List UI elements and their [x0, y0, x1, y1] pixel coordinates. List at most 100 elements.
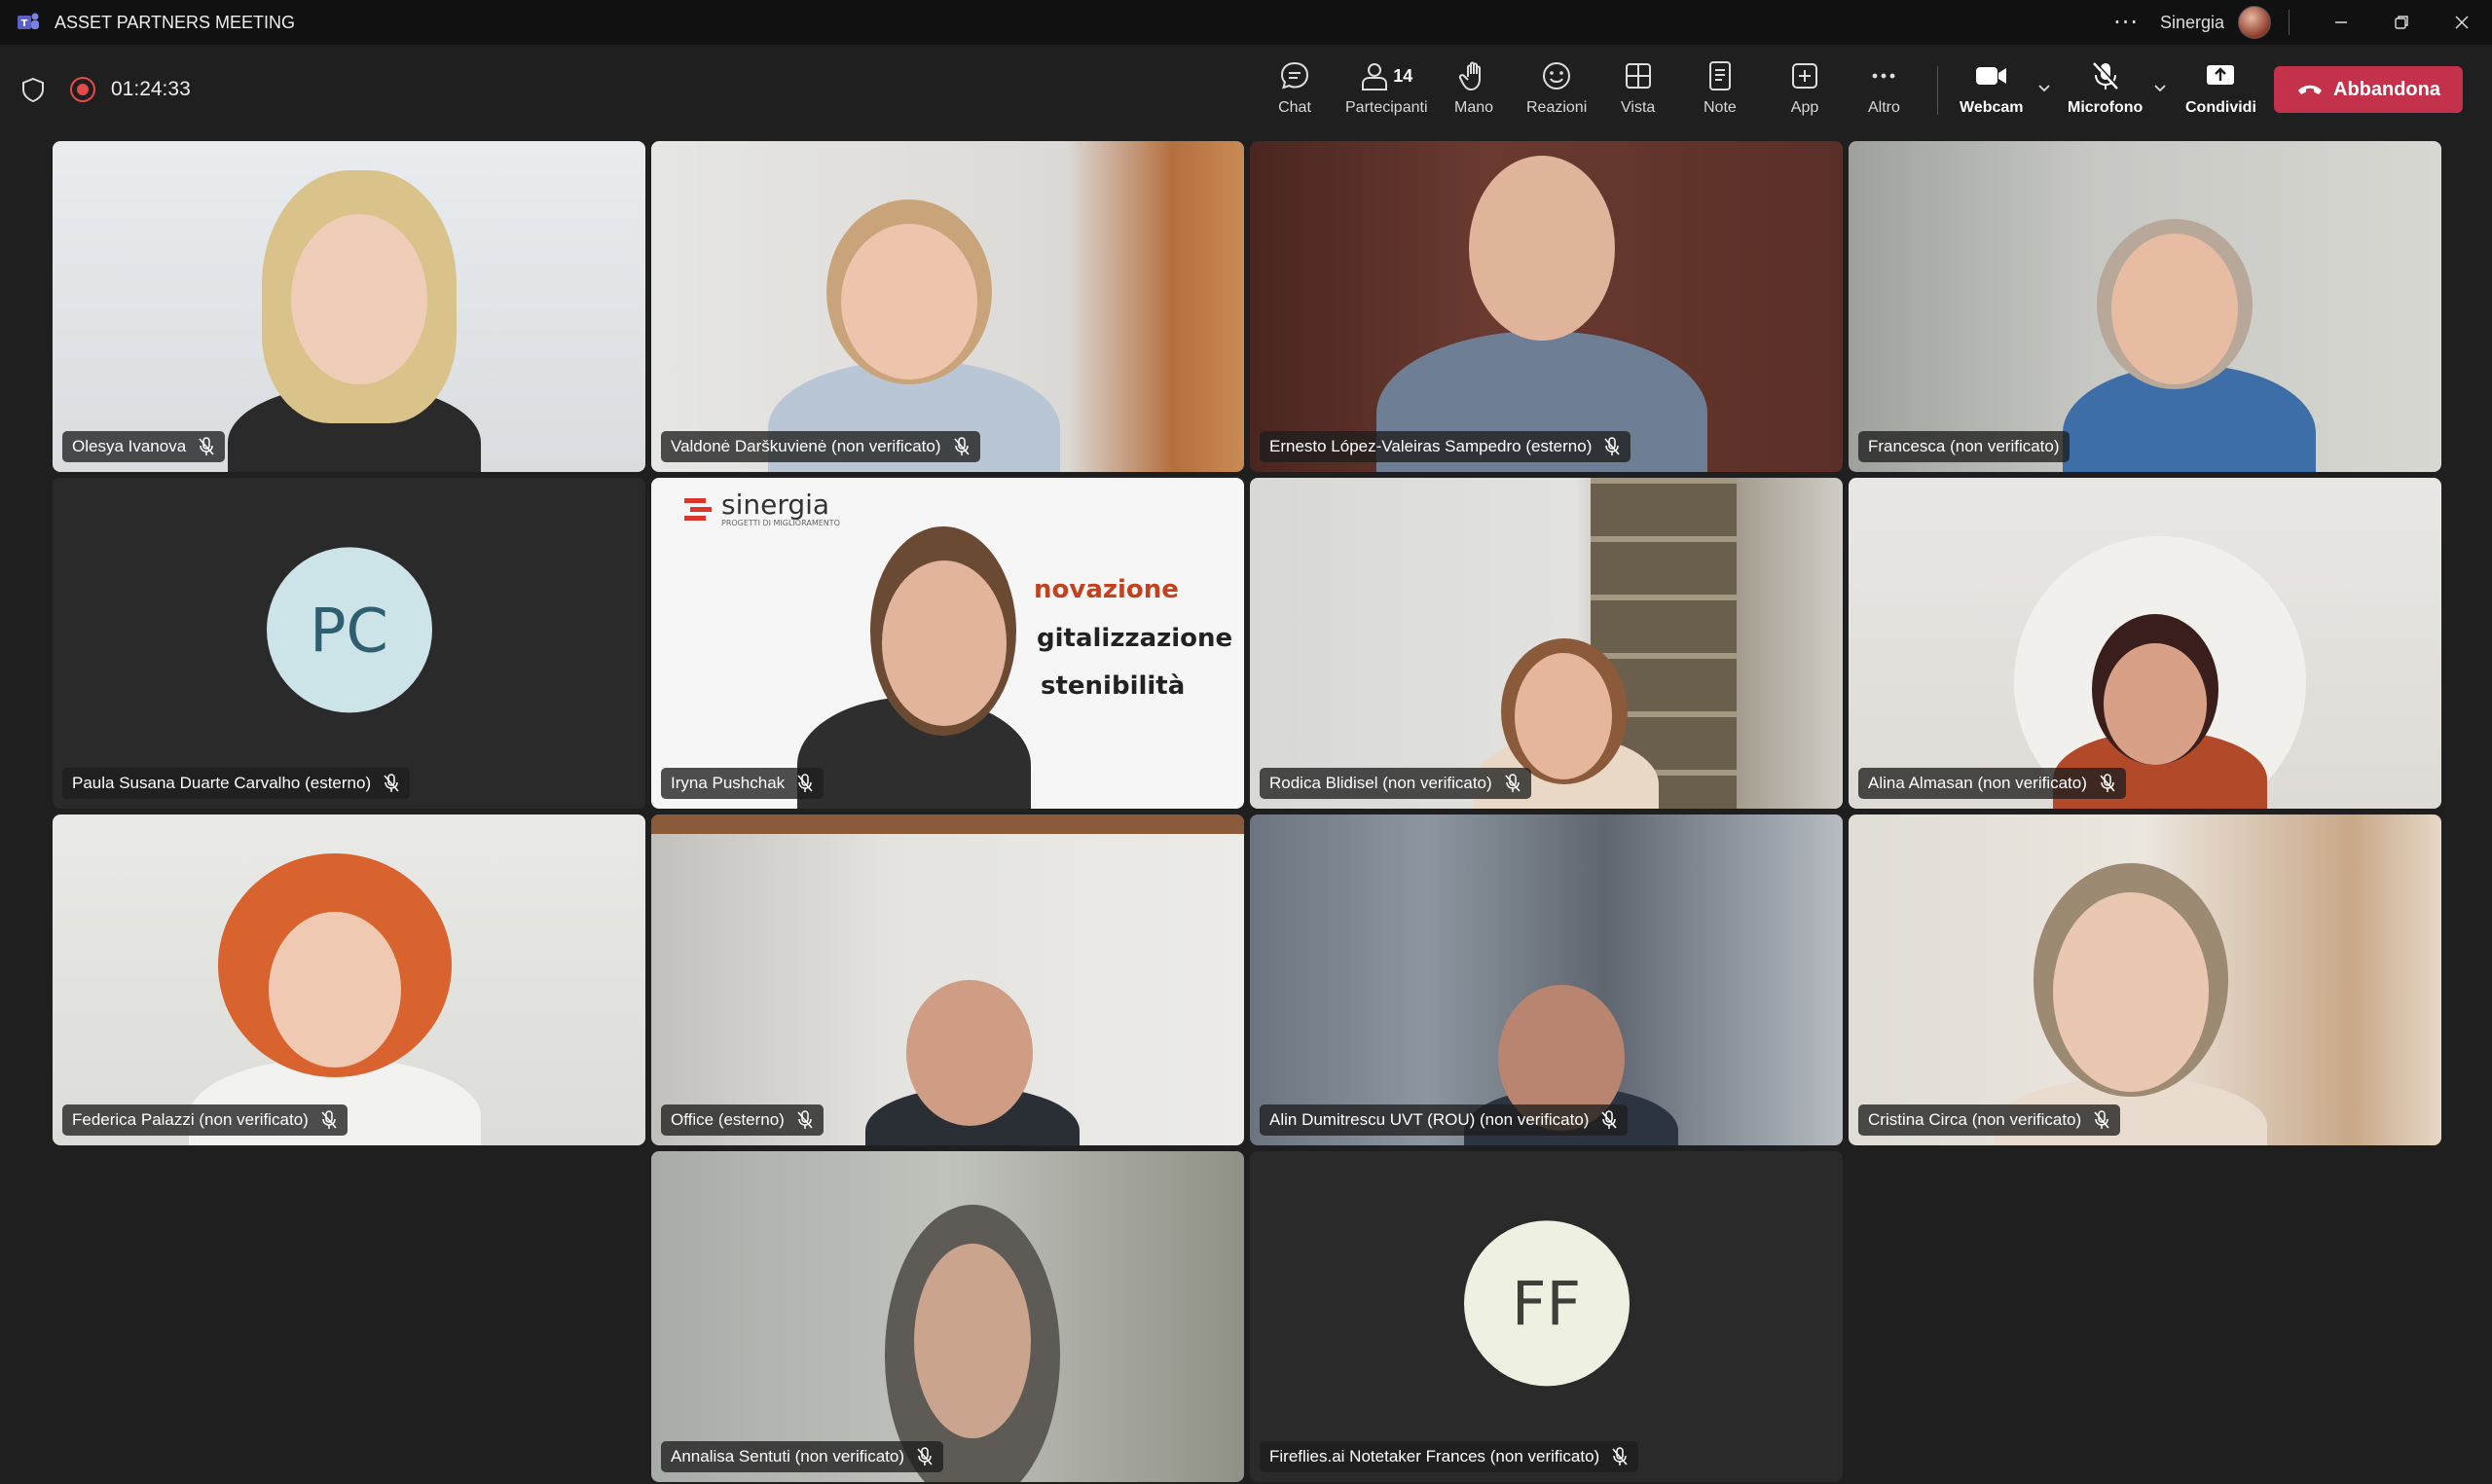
participant-name-tag: Annalisa Sentuti (non verificato)	[661, 1441, 944, 1472]
view-button[interactable]: Vista	[1621, 58, 1655, 123]
slide-line-1: novazione	[1034, 575, 1179, 604]
ceiling-beam	[651, 814, 1244, 834]
share-button[interactable]: Condividi	[2185, 58, 2256, 123]
mic-muted-icon	[320, 1110, 338, 1130]
divider	[2289, 10, 2290, 35]
participant-name-tag: Olesya Ivanova	[62, 431, 226, 462]
notes-label: Note	[1704, 99, 1737, 116]
close-icon	[2455, 16, 2469, 29]
participant-name: Office (esterno)	[671, 1110, 785, 1129]
chat-icon	[1280, 61, 1309, 90]
apps-button[interactable]: App	[1789, 58, 1820, 123]
restore-button[interactable]	[2371, 0, 2432, 45]
view-label: Vista	[1621, 99, 1656, 116]
person-face	[914, 1244, 1031, 1438]
mic-muted-icon	[796, 1110, 814, 1130]
person-face	[2104, 643, 2207, 765]
raise-hand-button[interactable]: Mano	[1454, 58, 1493, 123]
participant-tile[interactable]: Office (esterno)	[651, 814, 1244, 1145]
minimize-button[interactable]	[2311, 0, 2371, 45]
participant-name: Ernesto López-Valeiras Sampedro (esterno…	[1269, 437, 1593, 455]
restore-icon	[2395, 16, 2408, 29]
grid-view-icon	[1625, 63, 1651, 89]
participant-tile[interactable]: PC Paula Susana Duarte Carvalho (esterno…	[53, 478, 645, 809]
recording-icon	[70, 77, 95, 102]
video-feed	[1250, 141, 1843, 472]
slide-brand-sub: PROGETTI DI MIGLIORAMENTO	[721, 519, 840, 527]
participant-name-tag: Cristina Circa (non verificato)	[1858, 1104, 2121, 1136]
video-camera-icon	[1975, 67, 2006, 85]
participant-avatar: FF	[1463, 1220, 1630, 1387]
participant-name: Alin Dumitrescu UVT (ROU) (non verificat…	[1269, 1110, 1590, 1129]
participant-tile[interactable]: Olesya Ivanova	[53, 141, 645, 472]
svg-text:T: T	[21, 18, 28, 29]
avatar-initials: FF	[1511, 1267, 1582, 1339]
mic-muted-icon	[953, 437, 971, 456]
microphone-button[interactable]: Microfono	[2068, 58, 2143, 123]
participant-tile[interactable]: Federica Palazzi (non verificato)	[53, 814, 645, 1145]
video-feed: FF	[1250, 1151, 1843, 1482]
participant-name-tag: Office (esterno)	[661, 1104, 824, 1136]
participants-button[interactable]: 14 Partecipanti	[1345, 58, 1428, 123]
video-feed	[53, 141, 645, 472]
mic-muted-icon	[1611, 1447, 1629, 1466]
chat-button[interactable]: Chat	[1278, 58, 1311, 123]
person-face	[882, 561, 1007, 726]
participant-tile[interactable]: FF Fireflies.ai Notetaker Frances (non v…	[1250, 1151, 1843, 1482]
slide-logo: sinergia PROGETTI DI MIGLIORAMENTO	[682, 491, 840, 527]
video-feed	[1849, 478, 2441, 809]
title-bar: T ASSET PARTNERS MEETING ··· Sinergia	[0, 0, 2492, 45]
user-avatar[interactable]	[2238, 6, 2271, 39]
minimize-icon	[2335, 21, 2347, 23]
participant-tile[interactable]: Alin Dumitrescu UVT (ROU) (non verificat…	[1250, 814, 1843, 1145]
video-feed	[1250, 814, 1843, 1145]
leave-button[interactable]: Abbandona	[2274, 66, 2463, 113]
participant-name-tag: Francesca (non verificato)	[1858, 431, 2070, 462]
participant-tile[interactable]: Rodica Blidisel (non verificato)	[1250, 478, 1843, 809]
slide-line-3: stenibilità	[1041, 671, 1186, 701]
reactions-button[interactable]: Reazioni	[1526, 58, 1587, 123]
mic-options-chevron-down-icon[interactable]	[2152, 80, 2168, 95]
smiley-icon	[1543, 62, 1571, 90]
participant-name-tag: Fireflies.ai Notetaker Frances (non veri…	[1260, 1441, 1639, 1472]
participant-name-tag: Rodica Blidisel (non verificato)	[1260, 768, 1531, 799]
participant-name: Rodica Blidisel (non verificato)	[1269, 774, 1492, 792]
camera-options-chevron-down-icon[interactable]	[2036, 80, 2052, 95]
mic-muted-icon	[383, 774, 400, 793]
mic-muted-icon	[2092, 61, 2119, 90]
participants-count: 14	[1393, 65, 1413, 86]
org-name[interactable]: Sinergia	[2160, 13, 2224, 33]
participant-tile[interactable]: sinergia PROGETTI DI MIGLIORAMENTO novaz…	[651, 478, 1244, 809]
participant-tile[interactable]: Ernesto López-Valeiras Sampedro (esterno…	[1250, 141, 1843, 472]
video-feed	[1250, 478, 1843, 809]
meeting-toolbar: 01:24:33 Chat 14 Partecipanti Mano Reazi…	[0, 45, 2492, 134]
participant-name: Iryna Pushchak	[671, 774, 786, 792]
mic-muted-icon	[198, 437, 215, 456]
person-face	[1515, 653, 1612, 779]
share-screen-icon	[2207, 65, 2235, 85]
participant-name-tag: Federica Palazzi (non verificato)	[62, 1104, 348, 1136]
participant-tile[interactable]: Annalisa Sentuti (non verificato)	[651, 1151, 1244, 1482]
video-feed	[651, 141, 1244, 472]
participant-name: Olesya Ivanova	[72, 437, 187, 455]
meeting-title: ASSET PARTNERS MEETING	[55, 12, 296, 32]
shield-icon[interactable]	[19, 76, 47, 103]
notes-button[interactable]: Note	[1704, 58, 1737, 123]
video-feed	[1849, 141, 2441, 472]
participant-tile[interactable]: Cristina Circa (non verificato)	[1849, 814, 2441, 1145]
participant-tile[interactable]: Francesca (non verificato)	[1849, 141, 2441, 472]
add-app-icon	[1792, 63, 1817, 89]
more-button[interactable]: Altro	[1868, 58, 1900, 123]
person-face	[2111, 234, 2238, 384]
video-feed	[651, 1151, 1244, 1482]
participant-name: Federica Palazzi (non verificato)	[72, 1110, 309, 1129]
video-feed	[651, 814, 1244, 1145]
participant-name-tag: Valdonė Darškuvienė (non verificato)	[661, 431, 980, 462]
participant-tile[interactable]: Valdonė Darškuvienė (non verificato)	[651, 141, 1244, 472]
participant-name: Annalisa Sentuti (non verificato)	[671, 1447, 905, 1466]
participant-avatar: PC	[266, 547, 432, 713]
camera-button[interactable]: Webcam	[1960, 58, 2024, 123]
close-button[interactable]	[2432, 0, 2492, 45]
more-options-button[interactable]: ···	[2113, 9, 2139, 36]
participant-tile[interactable]: Alina Almasan (non verificato)	[1849, 478, 2441, 809]
